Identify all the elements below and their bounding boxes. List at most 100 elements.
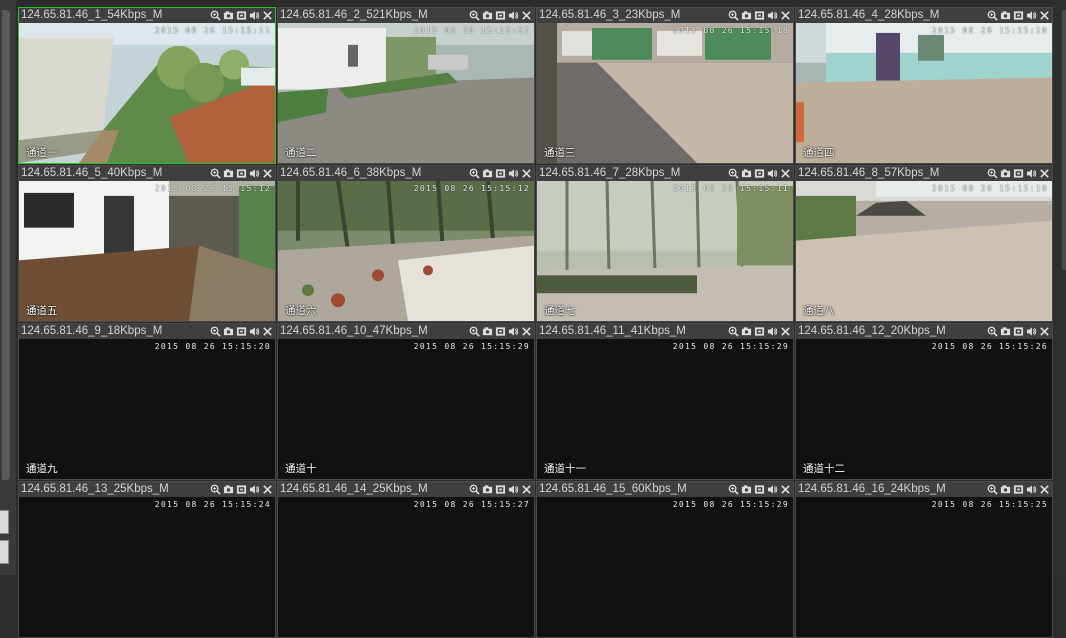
record-icon[interactable] (753, 325, 765, 337)
zoom-icon[interactable] (209, 325, 221, 337)
record-icon[interactable] (235, 325, 247, 337)
video-tile-16[interactable]: 124.65.81.46_16_24Kbps_M 2015 08 26 15:1… (795, 481, 1053, 638)
zoom-icon[interactable] (727, 167, 739, 179)
zoom-icon[interactable] (986, 325, 998, 337)
snapshot-icon[interactable] (999, 167, 1011, 179)
zoom-icon[interactable] (468, 483, 480, 495)
video-tile-9[interactable]: 124.65.81.46_9_18Kbps_M 2015 08 26 15:15… (18, 323, 276, 480)
zoom-icon[interactable] (727, 483, 739, 495)
close-icon[interactable] (779, 325, 791, 337)
right-panel-handle[interactable] (1062, 10, 1066, 270)
left-rail-button-2[interactable] (0, 540, 9, 564)
zoom-icon[interactable] (209, 167, 221, 179)
video-tile-10[interactable]: 124.65.81.46_10_47Kbps_M 2015 08 26 15:1… (277, 323, 535, 480)
audio-icon[interactable] (1025, 9, 1037, 21)
video-tile-1[interactable]: 124.65.81.46_1_54Kbps_M 2015 08 26 15:15… (18, 7, 276, 164)
close-icon[interactable] (261, 167, 273, 179)
record-icon[interactable] (235, 167, 247, 179)
zoom-icon[interactable] (986, 167, 998, 179)
zoom-icon[interactable] (986, 9, 998, 21)
video-tile-14[interactable]: 124.65.81.46_14_25Kbps_M 2015 08 26 15:1… (277, 481, 535, 638)
close-icon[interactable] (261, 325, 273, 337)
close-icon[interactable] (1038, 483, 1050, 495)
close-icon[interactable] (261, 483, 273, 495)
snapshot-icon[interactable] (222, 325, 234, 337)
snapshot-icon[interactable] (740, 9, 752, 21)
record-icon[interactable] (1012, 483, 1024, 495)
snapshot-icon[interactable] (999, 9, 1011, 21)
audio-icon[interactable] (766, 325, 778, 337)
close-icon[interactable] (779, 167, 791, 179)
audio-icon[interactable] (766, 9, 778, 21)
close-icon[interactable] (1038, 167, 1050, 179)
video-tile-6[interactable]: 124.65.81.46_6_38Kbps_M 2015 08 26 15:15… (277, 165, 535, 322)
record-icon[interactable] (494, 483, 506, 495)
record-icon[interactable] (494, 325, 506, 337)
video-tile-11[interactable]: 124.65.81.46_11_41Kbps_M 2015 08 26 15:1… (536, 323, 794, 480)
video-tile-3[interactable]: 124.65.81.46_3_23Kbps_M 2015 08 26 15:15… (536, 7, 794, 164)
video-tile-15[interactable]: 124.65.81.46_15_60Kbps_M 2015 08 26 15:1… (536, 481, 794, 638)
snapshot-icon[interactable] (481, 167, 493, 179)
audio-icon[interactable] (507, 167, 519, 179)
snapshot-icon[interactable] (481, 483, 493, 495)
close-icon[interactable] (261, 9, 273, 21)
left-panel-handle[interactable] (2, 10, 10, 480)
video-tile-4[interactable]: 124.65.81.46_4_28Kbps_M 2015 08 26 15:15… (795, 7, 1053, 164)
video-tile-8[interactable]: 124.65.81.46_8_57Kbps_M 2015 08 26 15:15… (795, 165, 1053, 322)
snapshot-icon[interactable] (222, 9, 234, 21)
zoom-icon[interactable] (727, 325, 739, 337)
audio-icon[interactable] (248, 483, 260, 495)
audio-icon[interactable] (507, 325, 519, 337)
audio-icon[interactable] (1025, 483, 1037, 495)
zoom-icon[interactable] (986, 483, 998, 495)
left-rail-button-1[interactable] (0, 510, 9, 534)
zoom-icon[interactable] (468, 325, 480, 337)
zoom-icon[interactable] (209, 9, 221, 21)
snapshot-icon[interactable] (740, 483, 752, 495)
snapshot-icon[interactable] (999, 483, 1011, 495)
record-icon[interactable] (494, 9, 506, 21)
audio-icon[interactable] (248, 325, 260, 337)
record-icon[interactable] (753, 483, 765, 495)
snapshot-icon[interactable] (222, 167, 234, 179)
snapshot-icon[interactable] (740, 325, 752, 337)
record-icon[interactable] (235, 9, 247, 21)
snapshot-icon[interactable] (481, 9, 493, 21)
record-icon[interactable] (753, 9, 765, 21)
close-icon[interactable] (779, 9, 791, 21)
zoom-icon[interactable] (209, 483, 221, 495)
snapshot-icon[interactable] (222, 483, 234, 495)
close-icon[interactable] (1038, 9, 1050, 21)
record-icon[interactable] (235, 483, 247, 495)
audio-icon[interactable] (507, 9, 519, 21)
snapshot-icon[interactable] (999, 325, 1011, 337)
video-tile-7[interactable]: 124.65.81.46_7_28Kbps_M 2015 08 26 15:15… (536, 165, 794, 322)
snapshot-icon[interactable] (740, 167, 752, 179)
close-icon[interactable] (779, 483, 791, 495)
audio-icon[interactable] (1025, 325, 1037, 337)
video-tile-2[interactable]: 124.65.81.46_2_521Kbps_M 2015 08 26 15:1… (277, 7, 535, 164)
close-icon[interactable] (520, 483, 532, 495)
video-tile-13[interactable]: 124.65.81.46_13_25Kbps_M 2015 08 26 15:1… (18, 481, 276, 638)
audio-icon[interactable] (248, 9, 260, 21)
snapshot-icon[interactable] (481, 325, 493, 337)
audio-icon[interactable] (248, 167, 260, 179)
zoom-icon[interactable] (727, 9, 739, 21)
audio-icon[interactable] (766, 167, 778, 179)
record-icon[interactable] (1012, 325, 1024, 337)
zoom-icon[interactable] (468, 167, 480, 179)
close-icon[interactable] (520, 167, 532, 179)
record-icon[interactable] (1012, 9, 1024, 21)
video-tile-5[interactable]: 124.65.81.46_5_40Kbps_M 2015 08 26 15:15… (18, 165, 276, 322)
audio-icon[interactable] (766, 483, 778, 495)
close-icon[interactable] (520, 325, 532, 337)
record-icon[interactable] (1012, 167, 1024, 179)
record-icon[interactable] (494, 167, 506, 179)
audio-icon[interactable] (1025, 167, 1037, 179)
close-icon[interactable] (1038, 325, 1050, 337)
video-tile-12[interactable]: 124.65.81.46_12_20Kbps_M 2015 08 26 15:1… (795, 323, 1053, 480)
close-icon[interactable] (520, 9, 532, 21)
audio-icon[interactable] (507, 483, 519, 495)
record-icon[interactable] (753, 167, 765, 179)
zoom-icon[interactable] (468, 9, 480, 21)
